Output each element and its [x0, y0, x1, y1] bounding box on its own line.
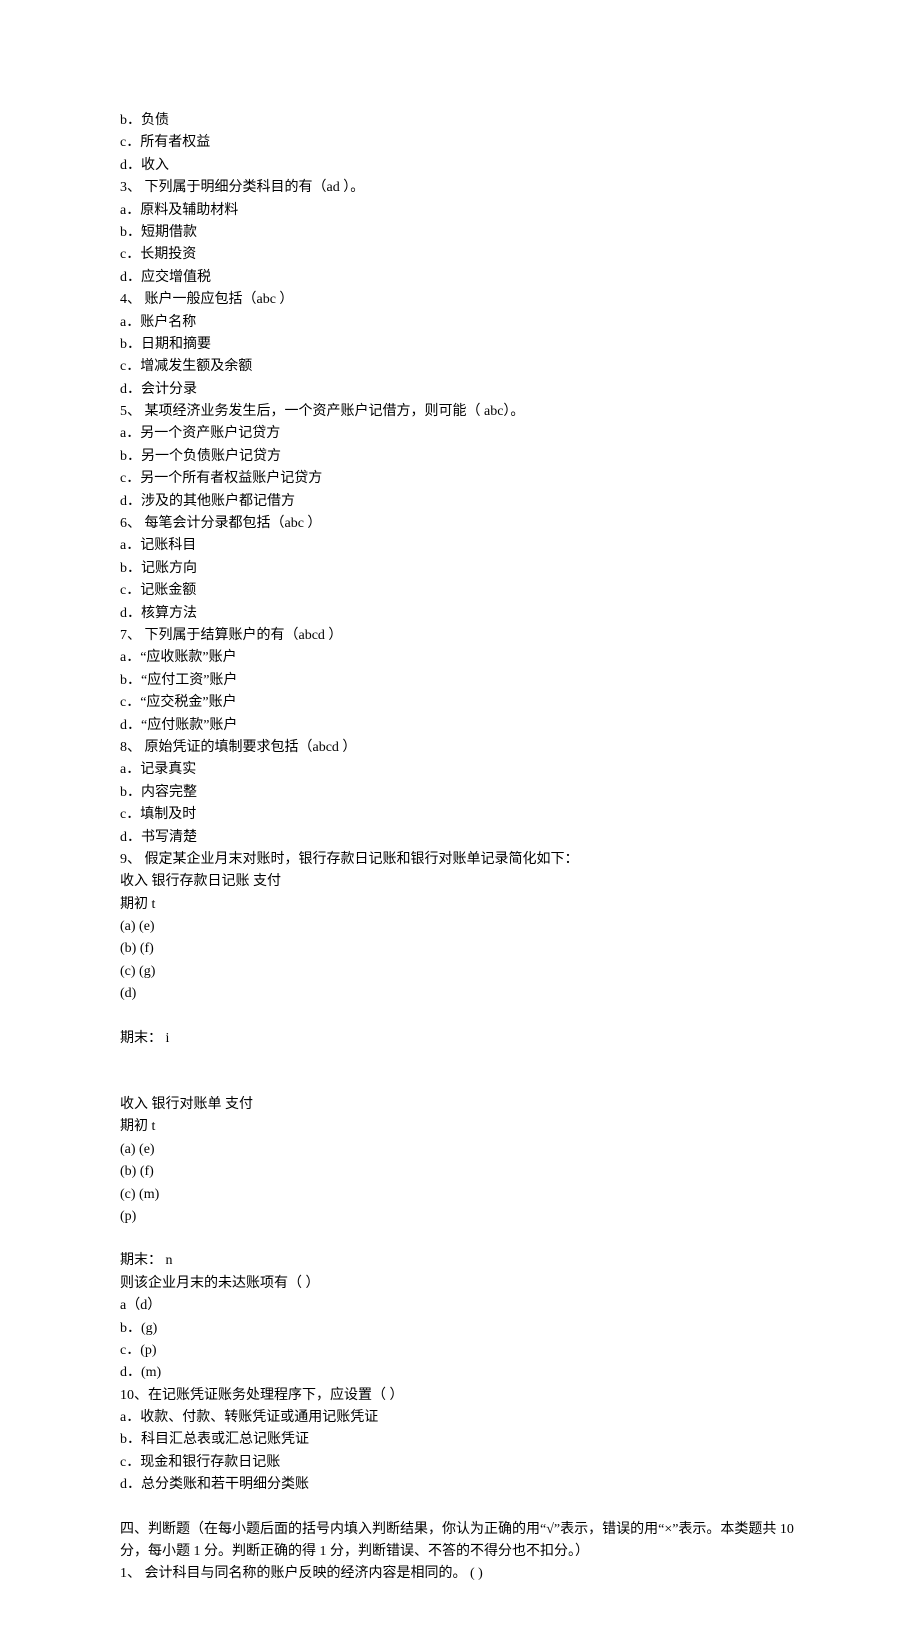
text-line [120, 1006, 800, 1028]
text-line: 期初 t [120, 1116, 800, 1138]
text-line: (b) (f) [120, 1161, 800, 1183]
text-line: b．负债 [120, 110, 800, 132]
text-line: (a) (e) [120, 1139, 800, 1161]
text-line: c．填制及时 [120, 804, 800, 826]
text-line: 期末： n [120, 1250, 800, 1272]
text-line: (c) (g) [120, 961, 800, 983]
text-line: b．日期和摘要 [120, 334, 800, 356]
text-line: b．内容完整 [120, 782, 800, 804]
text-line: 7、 下列属于结算账户的有（abcd ） [120, 625, 800, 647]
text-line: b．短期借款 [120, 222, 800, 244]
text-line: a（d） [120, 1295, 800, 1317]
text-line: b．另一个负债账户记贷方 [120, 446, 800, 468]
text-line: a．“应收账款”账户 [120, 647, 800, 669]
text-line: c．记账金额 [120, 580, 800, 602]
text-line: (b) (f) [120, 938, 800, 960]
text-line: 6、 每笔会计分录都包括（abc ） [120, 513, 800, 535]
text-line: c．现金和银行存款日记账 [120, 1452, 800, 1474]
text-line: d．涉及的其他账户都记借方 [120, 491, 800, 513]
text-line: b．(g) [120, 1318, 800, 1340]
text-line: a．账户名称 [120, 312, 800, 334]
text-line: 则该企业月末的未达账项有（ ） [120, 1273, 800, 1295]
text-line: d．核算方法 [120, 603, 800, 625]
text-line: a．原料及辅助材料 [120, 200, 800, 222]
text-line: d．书写清楚 [120, 827, 800, 849]
text-line: d．“应付账款”账户 [120, 715, 800, 737]
text-line: (p) [120, 1206, 800, 1228]
text-line: c．另一个所有者权益账户记贷方 [120, 468, 800, 490]
text-line: 3、 下列属于明细分类科目的有（ad ）。 [120, 177, 800, 199]
text-line: a．收款、付款、转账凭证或通用记账凭证 [120, 1407, 800, 1429]
text-line: d．应交增值税 [120, 267, 800, 289]
text-line: (d) [120, 983, 800, 1005]
text-line: c．(p) [120, 1340, 800, 1362]
text-line: b．科目汇总表或汇总记账凭证 [120, 1429, 800, 1451]
text-line: 收入 银行对账单 支付 [120, 1094, 800, 1116]
text-line: a．另一个资产账户记贷方 [120, 423, 800, 445]
text-line: a．记录真实 [120, 759, 800, 781]
text-line: a．记账科目 [120, 535, 800, 557]
text-line: 四、判断题（在每小题后面的括号内填入判断结果，你认为正确的用“√”表示，错误的用… [120, 1519, 800, 1564]
text-line: 8、 原始凭证的填制要求包括（abcd ） [120, 737, 800, 759]
text-line: 4、 账户一般应包括（abc ） [120, 289, 800, 311]
text-line: d．总分类账和若干明细分类账 [120, 1474, 800, 1496]
text-line: 1、 会计科目与同名称的账户反映的经济内容是相同的。 ( ) [120, 1563, 800, 1585]
text-line: b．“应付工资”账户 [120, 670, 800, 692]
text-line: (c) (m) [120, 1184, 800, 1206]
text-line: 收入 银行存款日记账 支付 [120, 871, 800, 893]
text-line: c．“应交税金”账户 [120, 692, 800, 714]
text-line: c．长期投资 [120, 244, 800, 266]
text-line: c．增减发生额及余额 [120, 356, 800, 378]
text-line: d．收入 [120, 155, 800, 177]
text-line [120, 1228, 800, 1250]
text-line: 5、 某项经济业务发生后，一个资产账户记借方，则可能（ abc）。 [120, 401, 800, 423]
text-line: 期末： i [120, 1028, 800, 1050]
text-line: 10、在记账凭证账务处理程序下，应设置（ ） [120, 1385, 800, 1407]
text-line: 期初 t [120, 894, 800, 916]
text-line [120, 1497, 800, 1519]
text-line: d．(m) [120, 1362, 800, 1384]
text-line [120, 1050, 800, 1072]
text-line: 9、 假定某企业月末对账时，银行存款日记账和银行对账单记录简化如下： [120, 849, 800, 871]
text-line [120, 1072, 800, 1094]
text-line: b．记账方向 [120, 558, 800, 580]
text-line: c．所有者权益 [120, 132, 800, 154]
text-line: d．会计分录 [120, 379, 800, 401]
document-content: b．负债c．所有者权益d．收入3、 下列属于明细分类科目的有（ad ）。a．原料… [120, 110, 800, 1586]
text-line: (a) (e) [120, 916, 800, 938]
